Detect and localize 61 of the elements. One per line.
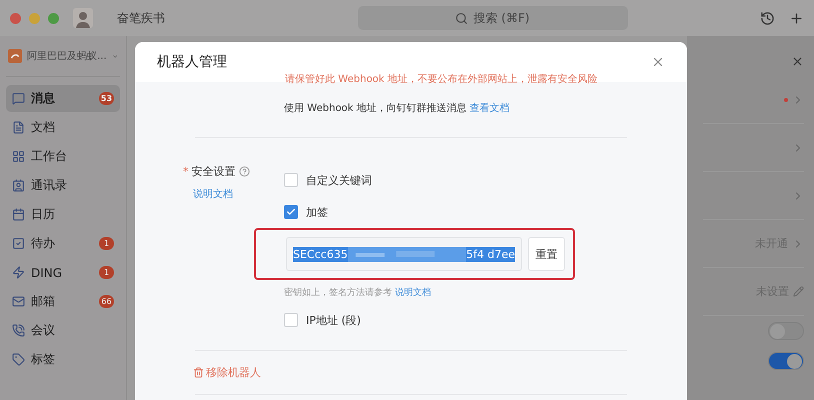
warning-text: 请保管好此 Webhook 地址，不要公布在外部网站上，泄露有安全风险 [285, 74, 598, 85]
avatar[interactable] [73, 8, 93, 28]
doc-link[interactable]: 查看文档 [470, 103, 510, 114]
plus-icon[interactable] [789, 10, 804, 26]
sidebar-item[interactable]: 日历 [6, 201, 120, 228]
hint-text: 密钥如上，签名方法请参考 说明文档 [284, 284, 432, 300]
search-field[interactable]: 搜索 (⌘F) [358, 6, 628, 30]
close-icon[interactable] [651, 55, 665, 69]
secret-text: SECcc635 [293, 246, 348, 262]
checkbox[interactable] [284, 205, 298, 219]
close-icon[interactable] [791, 54, 804, 68]
required-mark: * [183, 165, 188, 178]
lightning-icon [12, 266, 25, 279]
maximize-window-button[interactable] [48, 12, 59, 24]
secret-field[interactable]: SECcc635 5f4 d7ee [286, 237, 522, 271]
count-badge: 1 [99, 237, 114, 250]
close-window-button[interactable] [10, 12, 21, 24]
grid-icon [12, 150, 25, 163]
phone-icon [12, 324, 25, 337]
calendar-icon [12, 208, 25, 221]
sidebar-item[interactable]: 邮箱 66 [6, 288, 120, 315]
contact-card-icon [12, 179, 25, 192]
sidebar-item[interactable]: 通讯录 [6, 172, 120, 199]
count-badge: 1 [99, 266, 114, 279]
checkbox-label: 加签 [306, 204, 328, 220]
checkbox-label: IP地址 (段) [306, 312, 361, 328]
document-icon [12, 121, 25, 134]
check-icon [286, 207, 296, 217]
org-logo [8, 46, 22, 66]
sidebar-item[interactable]: 消息 53 [6, 85, 120, 112]
history-icon[interactable] [760, 10, 775, 26]
checkbox-icon [12, 237, 25, 250]
webhook-note: 使用 Webhook 地址，向钉钉群推送消息 查看文档 [283, 102, 511, 115]
toggle-switch[interactable] [768, 322, 804, 340]
sidebar-item[interactable]: DING 1 [6, 259, 120, 286]
dialog-title: 机器人管理 [157, 53, 227, 71]
count-badge: 53 [99, 92, 114, 105]
message-icon [12, 92, 25, 105]
doc-link[interactable]: 说明文档 [183, 187, 284, 201]
secret-text: 5f4 d7ee [466, 246, 515, 262]
org-name[interactable]: 阿里巴巴及蚂蚁... [27, 49, 107, 63]
sidebar-item[interactable]: 待办 1 [6, 230, 120, 257]
edit-icon[interactable] [793, 286, 804, 297]
user-name: 奋笔疾书 [117, 10, 165, 26]
sidebar-item[interactable]: 会议 [6, 317, 120, 344]
checkbox-label: 自定义关键词 [306, 172, 372, 188]
tag-icon [12, 353, 25, 366]
help-icon[interactable] [238, 166, 250, 177]
count-badge: 66 [99, 295, 114, 308]
blurred-text-icon [348, 246, 466, 262]
doc-link[interactable]: 说明文档 [394, 286, 431, 298]
minimize-window-button[interactable] [29, 12, 40, 24]
toggle-switch[interactable] [768, 352, 804, 370]
mail-icon [12, 295, 25, 308]
reset-button[interactable]: 重置 [528, 237, 565, 271]
trash-icon [193, 367, 204, 378]
sidebar-item[interactable]: 文档 [6, 114, 120, 141]
sidebar-item[interactable]: 标签 [6, 346, 120, 373]
sidebar-item[interactable]: 工作台 [6, 143, 120, 170]
field-label: 安全设置 [192, 164, 236, 179]
search-icon [455, 12, 468, 24]
